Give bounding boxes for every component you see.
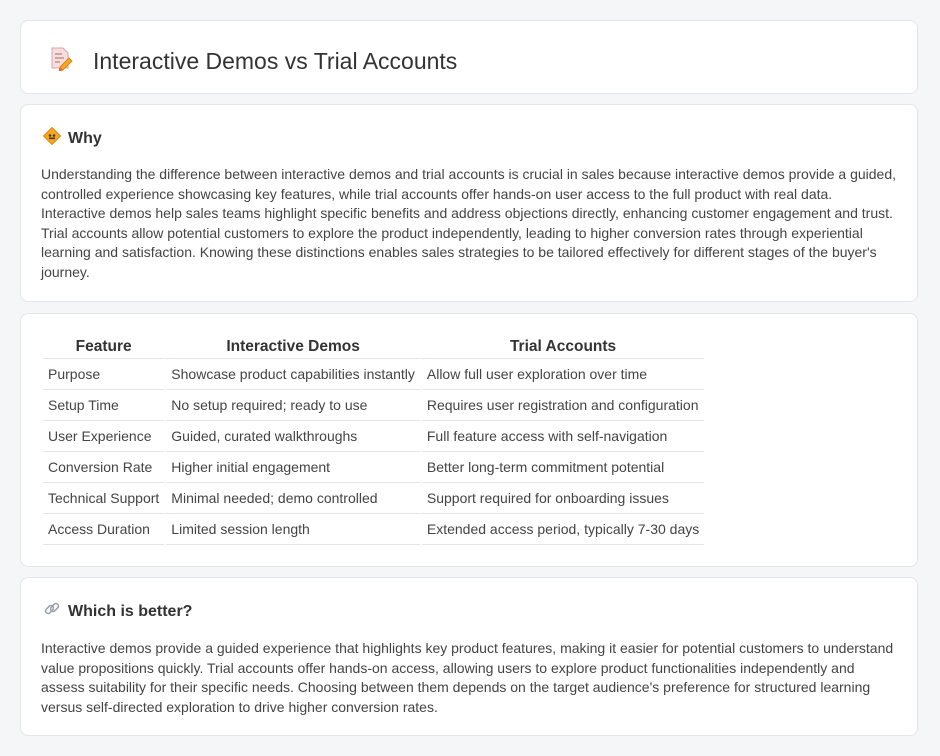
feature-cell: Purpose bbox=[43, 359, 165, 390]
header-trial-accounts: Trial Accounts bbox=[421, 334, 705, 359]
page-title: Interactive Demos vs Trial Accounts bbox=[93, 47, 458, 74]
why-heading: Why bbox=[68, 129, 102, 147]
table-row: Purpose Showcase product capabilities in… bbox=[43, 359, 705, 390]
title-card: Interactive Demos vs Trial Accounts bbox=[20, 20, 918, 94]
table-row: Technical Support Minimal needed; demo c… bbox=[43, 483, 705, 514]
table-row: Access Duration Limited session length E… bbox=[43, 514, 705, 545]
header-interactive-demos: Interactive Demos bbox=[166, 334, 420, 359]
demo-cell: Higher initial engagement bbox=[166, 452, 420, 483]
trial-cell: Better long-term commitment potential bbox=[421, 452, 705, 483]
better-heading-row: Which is better? bbox=[43, 600, 192, 623]
table-row: User Experience Guided, curated walkthro… bbox=[43, 421, 705, 452]
header-feature: Feature bbox=[43, 334, 165, 359]
better-paragraph: Interactive demos provide a guided exper… bbox=[41, 640, 894, 715]
comparison-table: Feature Interactive Demos Trial Accounts… bbox=[41, 334, 706, 545]
demo-cell: Limited session length bbox=[166, 514, 420, 545]
feature-cell: Access Duration bbox=[43, 514, 165, 545]
trial-cell: Extended access period, typically 7-30 d… bbox=[421, 514, 705, 545]
demo-cell: Minimal needed; demo controlled bbox=[166, 483, 420, 514]
demo-cell: Guided, curated walkthroughs bbox=[166, 421, 420, 452]
table-header-row: Feature Interactive Demos Trial Accounts bbox=[43, 334, 705, 359]
trial-cell: Allow full user exploration over time bbox=[421, 359, 705, 390]
demo-cell: Showcase product capabilities instantly bbox=[166, 359, 420, 390]
feature-cell: Technical Support bbox=[43, 483, 165, 514]
trial-cell: Requires user registration and configura… bbox=[421, 390, 705, 421]
table-row: Setup Time No setup required; ready to u… bbox=[43, 390, 705, 421]
link-icon bbox=[43, 600, 61, 623]
feature-cell: Conversion Rate bbox=[43, 452, 165, 483]
why-heading-row: Why bbox=[42, 126, 102, 150]
better-heading: Which is better? bbox=[68, 602, 193, 620]
feature-cell: Setup Time bbox=[43, 390, 165, 421]
comparison-card: Feature Interactive Demos Trial Accounts… bbox=[20, 313, 918, 567]
which-better-card: Which is better? Interactive demos provi… bbox=[20, 577, 918, 736]
why-paragraph: Understanding the difference between int… bbox=[41, 166, 897, 280]
feature-cell: User Experience bbox=[43, 421, 165, 452]
title-row: Interactive Demos vs Trial Accounts bbox=[47, 45, 457, 76]
trial-cell: Full feature access with self-navigation bbox=[421, 421, 705, 452]
document-pencil-icon bbox=[47, 45, 73, 76]
trial-cell: Support required for onboarding issues bbox=[421, 483, 705, 514]
table-row: Conversion Rate Higher initial engagemen… bbox=[43, 452, 705, 483]
why-card: Why Understanding the difference between… bbox=[20, 104, 918, 302]
diamond-sign-icon bbox=[42, 126, 62, 150]
demo-cell: No setup required; ready to use bbox=[166, 390, 420, 421]
